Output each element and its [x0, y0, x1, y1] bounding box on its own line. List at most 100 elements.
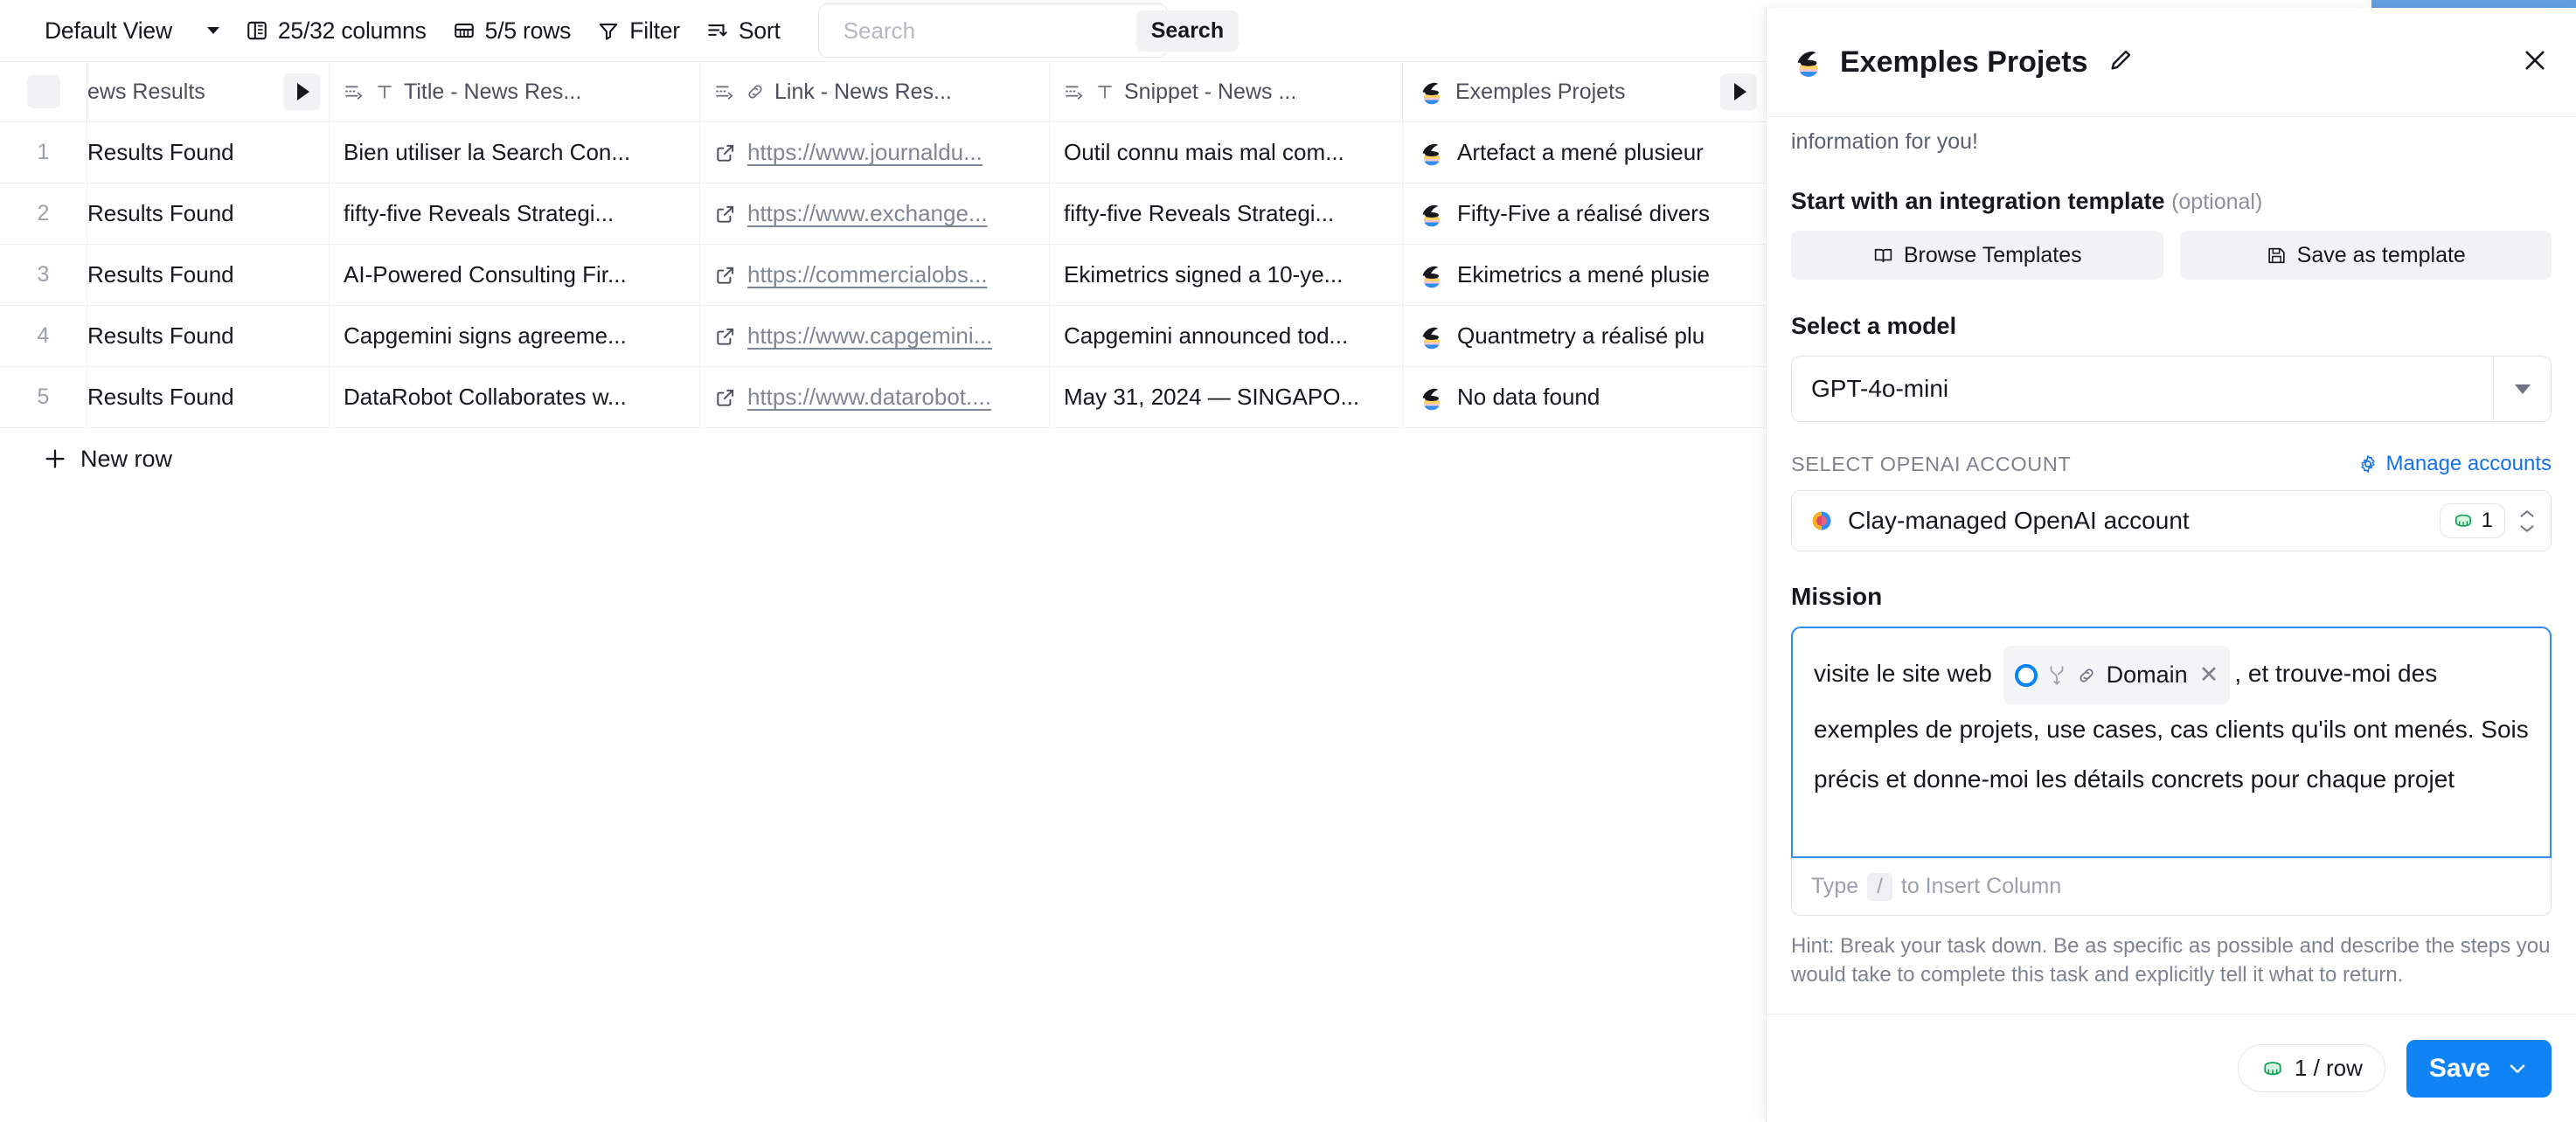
- cell-news-results[interactable]: Results Found: [87, 245, 330, 305]
- model-select[interactable]: GPT-4o-mini: [1791, 356, 2552, 422]
- rows-button[interactable]: 5/5 rows: [440, 11, 585, 50]
- cell-snippet[interactable]: fifty-five Reveals Strategi...: [1050, 184, 1403, 244]
- cell-exemples-projets[interactable]: No data found: [1403, 367, 1766, 427]
- cell-exemples-projets[interactable]: Ekimetrics a mené plusie: [1403, 245, 1766, 305]
- cell-title[interactable]: Capgemini signs agreeme...: [330, 306, 700, 366]
- clay-icon: [1417, 199, 1447, 229]
- save-label: Save: [2429, 1054, 2490, 1084]
- search-input[interactable]: [833, 17, 1136, 45]
- clay-small-icon: [1809, 509, 1834, 533]
- chevron-down-icon: [2515, 384, 2531, 394]
- panel-title: Exemples Projets: [1840, 45, 2087, 80]
- mission-text-content: visite le site web Domain ✕ ,: [1814, 646, 2529, 804]
- chevron-down-icon: [2517, 523, 2537, 534]
- cell-news-results[interactable]: Results Found: [87, 367, 330, 427]
- column-label: Title - News Res...: [404, 80, 581, 105]
- table-row[interactable]: 1Results FoundBien utiliser la Search Co…: [0, 122, 1766, 184]
- new-row-button[interactable]: New row: [0, 428, 455, 489]
- save-as-template-button[interactable]: Save as template: [2180, 231, 2552, 280]
- cell-news-results[interactable]: Results Found: [87, 306, 330, 366]
- column-header-link[interactable]: Link - News Res...: [700, 62, 1050, 121]
- cell-link[interactable]: https://www.journaldu...: [700, 122, 1050, 183]
- column-label: Snippet - News ...: [1124, 80, 1296, 105]
- table-row[interactable]: 4Results FoundCapgemini signs agreeme...…: [0, 306, 1766, 367]
- mission-heading: Mission: [1791, 583, 2552, 611]
- merge-arrow-icon: [2047, 664, 2066, 687]
- template-button-row: Browse Templates Save as template: [1791, 231, 2552, 280]
- list-arrow-icon: [344, 81, 365, 103]
- cell-snippet[interactable]: Ekimetrics signed a 10-ye...: [1050, 245, 1403, 305]
- save-button[interactable]: Save: [2406, 1040, 2552, 1098]
- column-header-news-results[interactable]: ews Results: [87, 62, 330, 121]
- expand-column-button[interactable]: [283, 73, 320, 110]
- table-row[interactable]: 5Results FoundDataRobot Collaborates w..…: [0, 367, 1766, 428]
- manage-accounts-link[interactable]: Manage accounts: [2357, 452, 2552, 476]
- chip-remove-icon[interactable]: ✕: [2199, 650, 2219, 700]
- cell-title[interactable]: DataRobot Collaborates w...: [330, 367, 700, 427]
- cell-exemples-projets[interactable]: Quantmetry a réalisé plu: [1403, 306, 1766, 366]
- row-number[interactable]: 3: [0, 245, 87, 305]
- column-header-exemples-projets[interactable]: Exemples Projets: [1403, 62, 1766, 121]
- clay-table-app: Default View 25/32 columns 5/5 row: [0, 0, 2576, 1122]
- view-selector[interactable]: Default View: [31, 11, 233, 50]
- mission-textarea[interactable]: visite le site web Domain ✕ ,: [1791, 627, 2552, 858]
- row-number[interactable]: 4: [0, 306, 87, 366]
- sort-button[interactable]: Sort: [693, 11, 794, 50]
- account-name-label: Clay-managed OpenAI account: [1848, 507, 2440, 535]
- panel-footer: 1 / row Save: [1767, 1014, 2576, 1122]
- close-icon[interactable]: [2520, 45, 2550, 80]
- column-label: ews Results: [87, 80, 205, 105]
- cell-snippet[interactable]: May 31, 2024 — SINGAPO...: [1050, 367, 1403, 427]
- cell-snippet[interactable]: Outil connu mais mal com...: [1050, 122, 1403, 183]
- select-all-header[interactable]: [0, 62, 87, 121]
- columns-count-label: 25/32 columns: [278, 17, 427, 45]
- cell-link[interactable]: https://www.exchange...: [700, 184, 1050, 244]
- book-icon: [1872, 245, 1894, 267]
- cell-link[interactable]: https://www.capgemini...: [700, 306, 1050, 366]
- edit-pencil-icon[interactable]: [2107, 46, 2135, 79]
- cell-title[interactable]: Bien utiliser la Search Con...: [330, 122, 700, 183]
- cell-news-results[interactable]: Results Found: [87, 184, 330, 244]
- new-row-label: New row: [80, 446, 172, 473]
- expand-column-button[interactable]: [1720, 73, 1757, 110]
- row-number[interactable]: 2: [0, 184, 87, 244]
- columns-button[interactable]: 25/32 columns: [233, 11, 440, 50]
- credit-coin-icon: [2452, 509, 2475, 532]
- chevron-up-icon: [2517, 509, 2537, 520]
- openai-account-select[interactable]: Clay-managed OpenAI account 1: [1791, 490, 2552, 551]
- cell-snippet[interactable]: Capgemini announced tod...: [1050, 306, 1403, 366]
- cell-link[interactable]: https://commercialobs...: [700, 245, 1050, 305]
- column-label: Link - News Res...: [774, 80, 952, 105]
- cell-news-results[interactable]: Results Found: [87, 122, 330, 183]
- row-number[interactable]: 5: [0, 367, 87, 427]
- select-all-checkbox[interactable]: [27, 75, 60, 108]
- column-header-title[interactable]: Title - News Res...: [330, 62, 700, 121]
- cell-exemples-projets[interactable]: Artefact a mené plusieur: [1403, 122, 1766, 183]
- table-row[interactable]: 2Results Foundfifty-five Reveals Strateg…: [0, 184, 1766, 245]
- row-number[interactable]: 1: [0, 122, 87, 183]
- save-disk-icon: [2266, 245, 2288, 267]
- cell-exemples-projets[interactable]: Fifty-Five a réalisé divers: [1403, 184, 1766, 244]
- account-stepper[interactable]: [2517, 509, 2537, 534]
- clay-icon: [1791, 45, 1826, 80]
- filter-button[interactable]: Filter: [584, 11, 693, 50]
- play-triangle-icon: [297, 83, 309, 100]
- rows-count-label: 5/5 rows: [485, 17, 572, 45]
- insert-column-hint[interactable]: Type / to Insert Column: [1791, 858, 2552, 916]
- chevron-down-icon: [2506, 1057, 2529, 1080]
- cell-link[interactable]: https://www.datarobot....: [700, 367, 1050, 427]
- account-credit-badge: 1: [2440, 503, 2505, 538]
- browse-templates-button[interactable]: Browse Templates: [1791, 231, 2163, 280]
- model-select-caret[interactable]: [2493, 357, 2551, 421]
- domain-column-chip[interactable]: Domain ✕: [2003, 646, 2231, 704]
- search-submit-button[interactable]: Search: [1136, 10, 1239, 52]
- credits-per-row-badge: 1 / row: [2238, 1044, 2385, 1092]
- column-header-snippet[interactable]: Snippet - News ...: [1050, 62, 1403, 121]
- chip-label: Domain: [2107, 650, 2188, 700]
- cell-title[interactable]: AI-Powered Consulting Fir...: [330, 245, 700, 305]
- column-label: Exemples Projets: [1455, 80, 1626, 105]
- table-row[interactable]: 3Results FoundAI-Powered Consulting Fir.…: [0, 245, 1766, 306]
- external-link-icon: [714, 203, 737, 225]
- clay-icon: [1417, 138, 1447, 168]
- cell-title[interactable]: fifty-five Reveals Strategi...: [330, 184, 700, 244]
